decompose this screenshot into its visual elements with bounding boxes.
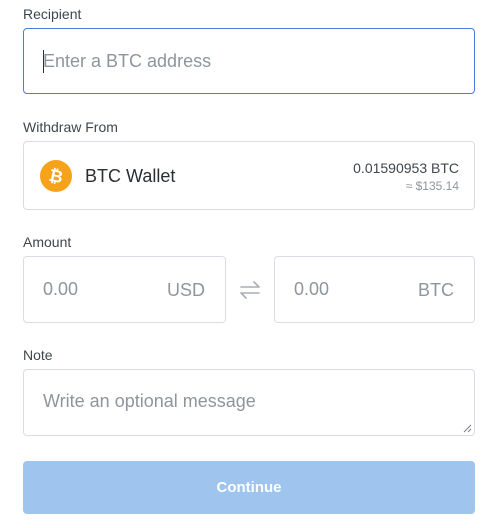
wallet-fiat-value: ≈ $135.14 [405, 179, 459, 193]
swap-arrows-icon[interactable] [238, 278, 262, 302]
recipient-input[interactable] [43, 29, 463, 93]
note-input[interactable] [43, 391, 453, 421]
withdraw-from-label: Withdraw From [23, 119, 118, 135]
amount-label: Amount [23, 234, 72, 250]
amount-usd-input[interactable] [43, 257, 153, 322]
resize-grip-icon[interactable] [463, 424, 472, 433]
recipient-field[interactable] [23, 28, 475, 94]
wallet-balance: 0.01590953 BTC [353, 160, 459, 176]
note-label: Note [23, 347, 53, 363]
btc-unit-label: BTC [418, 280, 454, 300]
wallet-selector[interactable]: ₿ BTC Wallet 0.01590953 BTC ≈ $135.14 [23, 141, 475, 210]
bitcoin-icon: ₿ [40, 160, 72, 192]
amount-usd-field[interactable]: USD [23, 256, 226, 323]
text-caret [43, 50, 44, 73]
recipient-label: Recipient [23, 6, 82, 22]
amount-btc-field[interactable]: BTC [274, 256, 475, 323]
amount-btc-input[interactable] [294, 257, 404, 322]
usd-unit-label: USD [166, 280, 205, 300]
send-form: Recipient Withdraw From ₿ BTC Wallet 0.0… [0, 0, 498, 528]
note-field[interactable] [23, 369, 475, 436]
continue-button[interactable]: Continue [23, 461, 475, 514]
wallet-name: BTC Wallet [85, 166, 176, 186]
